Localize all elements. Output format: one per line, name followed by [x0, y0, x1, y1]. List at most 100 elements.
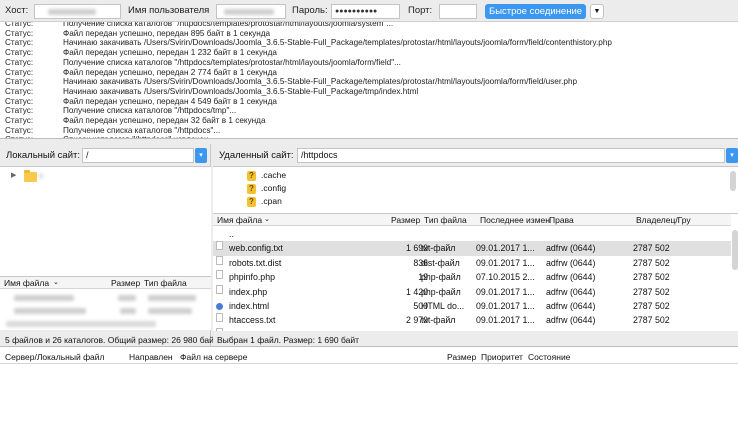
- local-directory-tree[interactable]: ▶: [0, 166, 211, 276]
- host-label: Хост:: [5, 5, 29, 16]
- file-row[interactable]: index.html 500 HTML do... 09.01.2017 1... ad…: [213, 299, 731, 313]
- local-path-input[interactable]: /: [82, 148, 194, 163]
- queue-col-priority[interactable]: Приоритет: [481, 351, 523, 364]
- tree-item-cache[interactable]: ? .cache: [247, 169, 286, 181]
- file-modified: 09.01.2017 1...: [476, 315, 535, 326]
- file-row[interactable]: phpinfo.php 19 php-файл 07.10.2015 2... adfr…: [213, 270, 731, 284]
- file-size: 4 518: [353, 328, 428, 331]
- remote-tree-scrollbar[interactable]: [730, 171, 736, 191]
- file-row[interactable]: htaccess.txt 2 970 txt-файл 09.01.2017 1...…: [213, 313, 731, 327]
- remote-files-scrollbar[interactable]: [732, 230, 738, 270]
- local-col-type[interactable]: Тип файла: [144, 277, 187, 289]
- remote-col-perms[interactable]: Права: [549, 214, 574, 226]
- remote-col-modified[interactable]: Последнее измен: [480, 214, 550, 226]
- queue-col-remote[interactable]: Файл на сервере: [180, 351, 247, 364]
- log-status-label: Статус:: [5, 28, 34, 38]
- parent-dir-row[interactable]: ..: [213, 227, 731, 241]
- remote-file-list[interactable]: Имя файла ⌄ Размер Тип файла Последнее и…: [213, 213, 738, 331]
- html-file-icon: [216, 303, 223, 310]
- local-col-size[interactable]: Размер: [111, 277, 140, 289]
- file-modified: 09.01.2017 1...: [476, 286, 535, 297]
- queue-col-direction[interactable]: Направлен: [129, 351, 173, 364]
- log-message: Список каталогов "/httpdocs" извлечен: [63, 135, 208, 138]
- log-status-label: Статус:: [5, 38, 34, 48]
- password-input[interactable]: ●●●●●●●●●●: [331, 4, 400, 19]
- log-status-label: Статус:: [5, 86, 34, 96]
- port-input[interactable]: [439, 4, 477, 19]
- quickconnect-history-dropdown[interactable]: ▼: [590, 4, 604, 19]
- log-status-label: Статус:: [5, 96, 34, 106]
- remote-file-list-header: Имя файла ⌄ Размер Тип файла Последнее и…: [213, 214, 731, 226]
- log-row: Статус: Начинаю закачивать /Users/Svirin/…: [0, 38, 738, 48]
- local-blurred-row[interactable]: [0, 292, 211, 304]
- file-type: php-файл: [421, 272, 461, 283]
- file-row[interactable]: index.php 1 420 php-файл 09.01.2017 1... adf…: [213, 284, 731, 299]
- file-size: 2 970: [405, 315, 428, 326]
- remote-col-name[interactable]: Имя файла: [217, 214, 262, 226]
- remote-site-label: Удаленный сайт:: [219, 150, 294, 161]
- remote-path-dropdown[interactable]: ▾: [726, 148, 738, 163]
- transfer-queue[interactable]: Сервер/Локальный файл Направлен Файл на …: [0, 346, 738, 423]
- log-status-label: Статус:: [5, 77, 34, 87]
- sort-chevron-icon: ⌄: [53, 279, 59, 286]
- queue-header: Сервер/Локальный файл Направлен Файл на …: [0, 351, 738, 364]
- remote-col-owner[interactable]: Владелец/Гру: [636, 214, 691, 226]
- local-col-name[interactable]: Имя файла: [4, 277, 49, 289]
- file-modified: 07.10.2015 2...: [476, 272, 535, 283]
- file-modified: 09.01.2017 1...: [476, 257, 535, 268]
- local-file-list[interactable]: Имя файла ⌄ Размер Тип файла: [0, 276, 211, 330]
- file-owner: 2787 502: [633, 243, 670, 254]
- queue-col-size[interactable]: Размер: [447, 351, 476, 364]
- file-perms: adfrw (0644): [546, 328, 632, 331]
- queue-col-status[interactable]: Состояние: [528, 351, 570, 364]
- remote-directory-tree[interactable]: ? .cache ? .config ? .cpan: [213, 166, 738, 213]
- log-row: Статус: Файл передан успешно, передан 895…: [0, 29, 738, 39]
- log-message: Получение списка каталогов "/httpdocs/tm…: [63, 106, 237, 116]
- file-owner: 2787 502: [633, 328, 723, 331]
- log-row: Статус: Получение списка каталогов "/http…: [0, 106, 738, 116]
- message-log[interactable]: Статус: Получение списка каталогов "/http…: [0, 22, 738, 139]
- file-perms: adfrw (0644): [546, 286, 596, 297]
- log-row: Статус: Получение списка каталогов "/http…: [0, 22, 738, 29]
- remote-col-size[interactable]: Размер: [391, 214, 420, 226]
- log-message: Начинаю закачивать /Users/Svirin/Downloa…: [63, 38, 612, 48]
- host-input[interactable]: [34, 4, 121, 19]
- file-icon: [216, 327, 223, 331]
- local-file-list-header: Имя файла ⌄ Размер Тип файла: [0, 277, 211, 289]
- log-row: Статус: Получение списка каталогов "/http…: [0, 58, 738, 68]
- local-blurred-row[interactable]: [0, 305, 211, 317]
- file-icon: [216, 241, 223, 251]
- queue-col-local[interactable]: Сервер/Локальный файл: [5, 351, 105, 364]
- log-status-label: Статус:: [5, 48, 34, 58]
- file-row[interactable]: web.config.txt 1 690 txt-файл 09.01.2017 1.…: [213, 241, 731, 256]
- file-size: 1 690: [405, 243, 428, 254]
- log-message: Файл передан успешно, передан 1 232 байт…: [63, 48, 277, 58]
- log-message: Получение списка каталогов "/httpdocs/te…: [63, 22, 394, 28]
- file-type: php-файл: [421, 286, 461, 297]
- file-row[interactable]: robots.txt.dist 836 dist-файл 09.01.2017 1.…: [213, 255, 731, 270]
- root-folder-name: [39, 174, 43, 178]
- file-perms: adfrw (0644): [546, 272, 596, 283]
- tree-item-config[interactable]: ? .config: [247, 182, 286, 194]
- log-row: Статус: Список каталогов "/httpdocs" извл…: [0, 135, 738, 138]
- log-status-label: Статус:: [5, 135, 33, 138]
- file-owner: 2787 502: [633, 315, 670, 326]
- file-modified: 09.01.2017 1...: [476, 243, 535, 254]
- file-type: txt-файл: [421, 328, 479, 331]
- log-row: Статус: Файл передан успешно, передан 4 5…: [0, 97, 738, 107]
- file-row[interactable]: README.txt4 518txt-файл09.01.2017 1...ad…: [213, 327, 731, 331]
- local-site-label: Локальный сайт:: [6, 150, 81, 161]
- log-message: Файл передан успешно, передан 4 549 байт…: [63, 96, 277, 106]
- log-message: Начинаю закачивать /Users/Svirin/Downloa…: [63, 77, 578, 87]
- remote-path-input[interactable]: /httpdocs: [297, 148, 725, 163]
- username-input[interactable]: [216, 4, 286, 19]
- tree-item-cpan[interactable]: ? .cpan: [247, 195, 282, 207]
- expand-arrow-icon[interactable]: ▶: [11, 171, 16, 179]
- file-modified: 09.01.2017 1...: [476, 328, 544, 331]
- quickconnect-button[interactable]: Быстрое соединение: [485, 4, 586, 19]
- local-path-dropdown[interactable]: ▾: [195, 148, 207, 163]
- local-blurred-row[interactable]: [0, 318, 211, 330]
- remote-col-type[interactable]: Тип файла: [424, 214, 467, 226]
- log-row: Статус: Начинаю закачивать /Users/Svirin/…: [0, 77, 738, 87]
- file-icon: [216, 255, 223, 265]
